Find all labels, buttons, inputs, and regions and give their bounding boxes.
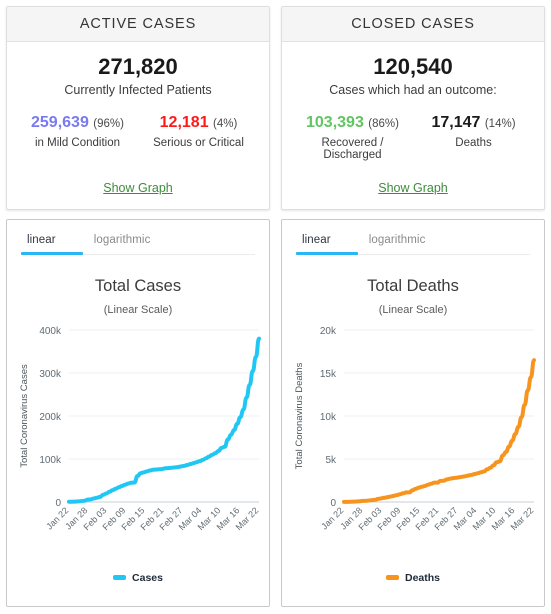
total-cases-chart-title: Total Cases (94, 276, 182, 295)
cases-legend-label: Cases (132, 571, 163, 584)
total-deaths-chart-title: Total Deaths (367, 276, 459, 295)
svg-text:20k: 20k (320, 326, 337, 337)
total-cases-svg: 0100k200k300k400kTotal Coronavirus Cases… (19, 326, 261, 532)
closed-cases-total: 120,540 (373, 54, 453, 79)
closed-cases-caption: Cases which had an outcome: (329, 83, 497, 98)
closed-cases-split: 103,393 (86%) Recovered / Discharged 17,… (292, 114, 534, 160)
total-deaths-legend[interactable]: Deaths (282, 572, 544, 584)
total-deaths-chart-card: linear logarithmic Total Deaths (Linear … (281, 218, 545, 607)
cases-legend-swatch (113, 575, 127, 581)
serious-critical-percent: (4%) (213, 118, 238, 131)
active-show-graph-wrap: Show Graph (17, 161, 259, 199)
closed-show-graph-link[interactable]: Show Graph (378, 181, 447, 195)
active-cases-card: ACTIVE CASES 271,820 Currently Infected … (6, 6, 270, 210)
closed-cases-title: CLOSED CASES (282, 7, 544, 42)
svg-text:Total Coronavirus Deaths: Total Coronavirus Deaths (294, 362, 305, 469)
total-cases-legend[interactable]: Cases (7, 572, 269, 584)
tab-active-indicator (296, 251, 358, 255)
svg-text:Total Coronavirus Cases: Total Coronavirus Cases (19, 364, 30, 468)
mild-condition-block: 259,639 (96%) in Mild Condition (17, 114, 138, 148)
closed-cases-card: CLOSED CASES 120,540 Cases which had an … (281, 6, 545, 210)
mild-condition-label: in Mild Condition (34, 136, 120, 149)
mild-condition-value-row: 259,639 (96%) (17, 114, 138, 132)
closed-cases-body: 120,540 Cases which had an outcome: 103,… (282, 42, 544, 209)
active-cases-caption: Currently Infected Patients (64, 83, 212, 98)
svg-text:200k: 200k (39, 412, 62, 423)
serious-critical-block: 12,181 (4%) Serious or Critical (138, 114, 259, 148)
total-deaths-svg: 05k10k15k20kTotal Coronavirus DeathsJan … (294, 326, 536, 532)
closed-show-graph-wrap: Show Graph (292, 161, 534, 199)
tab-logarithmic-deaths[interactable]: logarithmic (363, 234, 432, 255)
recovered-value-row: 103,393 (86%) (292, 114, 413, 132)
tab-logarithmic-cases[interactable]: logarithmic (88, 234, 157, 255)
deaths-value: 17,147 (431, 114, 481, 132)
active-cases-body: 271,820 Currently Infected Patients 259,… (7, 42, 269, 209)
active-cases-title: ACTIVE CASES (7, 7, 269, 42)
svg-text:15k: 15k (320, 369, 337, 380)
total-cases-plot: 0 100k 200k 300k 400k Total Coronavirus Cases… (7, 320, 269, 570)
active-show-graph-link[interactable]: Show Graph (103, 181, 172, 195)
mild-condition-value: 259,639 (31, 114, 89, 132)
serious-critical-label: Serious or Critical (153, 136, 244, 149)
tab-active-indicator (21, 251, 83, 255)
deaths-label: Deaths (455, 136, 492, 149)
svg-text:10k: 10k (320, 412, 337, 423)
svg-text:400k: 400k (39, 326, 62, 337)
total-cases-chart-card: linear logarithmic Total Cases (Linear S… (6, 218, 270, 607)
svg-text:100k: 100k (39, 455, 62, 466)
recovered-percent: (86%) (368, 118, 399, 131)
total-deaths-plot: 0 5k 10k 15k 20k Total Coronavirus Deaths Jan … (282, 320, 544, 570)
serious-critical-value: 12,181 (159, 114, 209, 132)
active-cases-split: 259,639 (96%) in Mild Condition 12,181 (… (17, 114, 259, 148)
total-cases-chart-subtitle: (Linear Scale) (103, 303, 173, 316)
mild-condition-percent: (96%) (93, 118, 124, 131)
charts-row: linear logarithmic Total Cases (Linear S… (0, 210, 551, 613)
deaths-legend-swatch (385, 575, 399, 581)
svg-text:300k: 300k (39, 369, 62, 380)
deaths-legend-label: Deaths (404, 571, 440, 584)
total-cases-tabs: linear logarithmic (7, 220, 269, 255)
total-deaths-tabs: linear logarithmic (282, 220, 544, 255)
active-cases-total: 271,820 (98, 54, 178, 79)
stat-cards-row: ACTIVE CASES 271,820 Currently Infected … (0, 0, 551, 210)
recovered-value: 103,393 (306, 114, 364, 132)
total-deaths-chart-subtitle: (Linear Scale) (378, 303, 448, 316)
recovered-block: 103,393 (86%) Recovered / Discharged (292, 114, 413, 160)
deaths-value-row: 17,147 (14%) (413, 114, 534, 132)
worldometer-coronavirus-panel: ACTIVE CASES 271,820 Currently Infected … (0, 0, 551, 614)
deaths-percent: (14%) (484, 118, 516, 131)
serious-critical-value-row: 12,181 (4%) (138, 114, 259, 132)
deaths-block: 17,147 (14%) Deaths (413, 114, 534, 160)
recovered-label: Recovered / Discharged (321, 136, 384, 161)
svg-text:5k: 5k (325, 455, 337, 466)
